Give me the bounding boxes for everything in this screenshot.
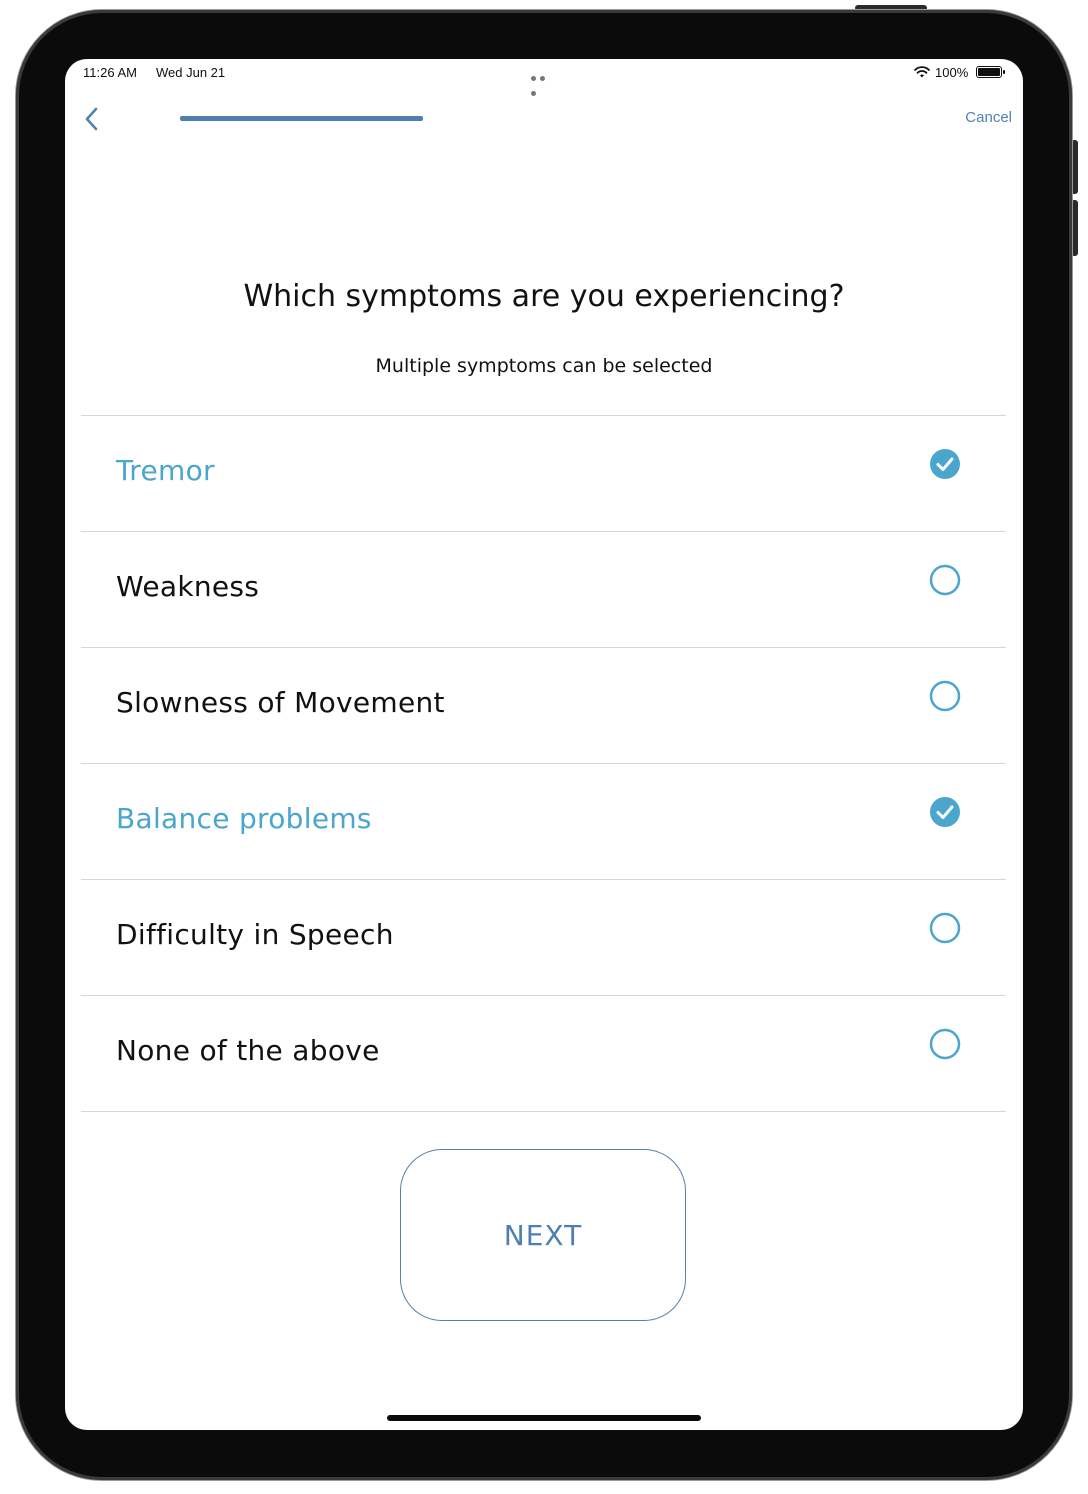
empty-circle-icon[interactable] — [929, 1028, 961, 1060]
empty-circle-icon[interactable] — [929, 680, 961, 712]
wifi-icon — [914, 66, 930, 78]
option-label: Difficulty in Speech — [116, 918, 394, 951]
cancel-button[interactable]: Cancel — [965, 109, 1012, 126]
option-row-weakness[interactable]: Weakness — [81, 532, 1006, 648]
option-row-balance-problems[interactable]: Balance problems — [81, 764, 1006, 880]
question-subtitle: Multiple symptoms can be selected — [375, 355, 713, 377]
option-row-tremor[interactable]: Tremor — [81, 416, 1006, 532]
home-indicator[interactable] — [387, 1415, 701, 1421]
question-title: Which symptoms are you experiencing? — [243, 279, 845, 314]
empty-circle-icon[interactable] — [929, 564, 961, 596]
screen: 11:26 AM Wed Jun 21 100% Cancel Which sy… — [65, 59, 1023, 1430]
multitasking-dots-icon[interactable] — [531, 69, 557, 96]
battery-icon — [976, 66, 1005, 78]
status-bar: 11:26 AM Wed Jun 21 100% — [65, 59, 1023, 96]
option-label: Weakness — [116, 570, 260, 603]
option-label: Tremor — [116, 454, 215, 487]
option-row-none-of-the-above[interactable]: None of the above — [81, 996, 1006, 1112]
option-row-slowness-of-movement[interactable]: Slowness of Movement — [81, 648, 1006, 764]
option-label: None of the above — [116, 1034, 380, 1067]
empty-circle-icon[interactable] — [929, 912, 961, 944]
status-date: Wed Jun 21 — [156, 65, 226, 80]
volume-up-button — [1071, 140, 1078, 194]
symptom-list: Tremor Weakness Slowness of Movement Bal… — [81, 415, 1006, 1112]
next-button[interactable]: NEXT — [400, 1149, 686, 1321]
checked-circle-icon[interactable] — [929, 448, 961, 480]
option-label: Slowness of Movement — [116, 686, 445, 719]
volume-down-button — [1071, 200, 1078, 256]
checked-circle-icon[interactable] — [929, 796, 961, 828]
battery-percentage: 100% — [935, 65, 969, 80]
option-row-difficulty-in-speech[interactable]: Difficulty in Speech — [81, 880, 1006, 996]
status-time: 11:26 AM — [83, 65, 137, 80]
back-chevron-icon[interactable] — [81, 105, 105, 133]
option-label: Balance problems — [116, 802, 372, 835]
progress-bar — [180, 116, 423, 121]
